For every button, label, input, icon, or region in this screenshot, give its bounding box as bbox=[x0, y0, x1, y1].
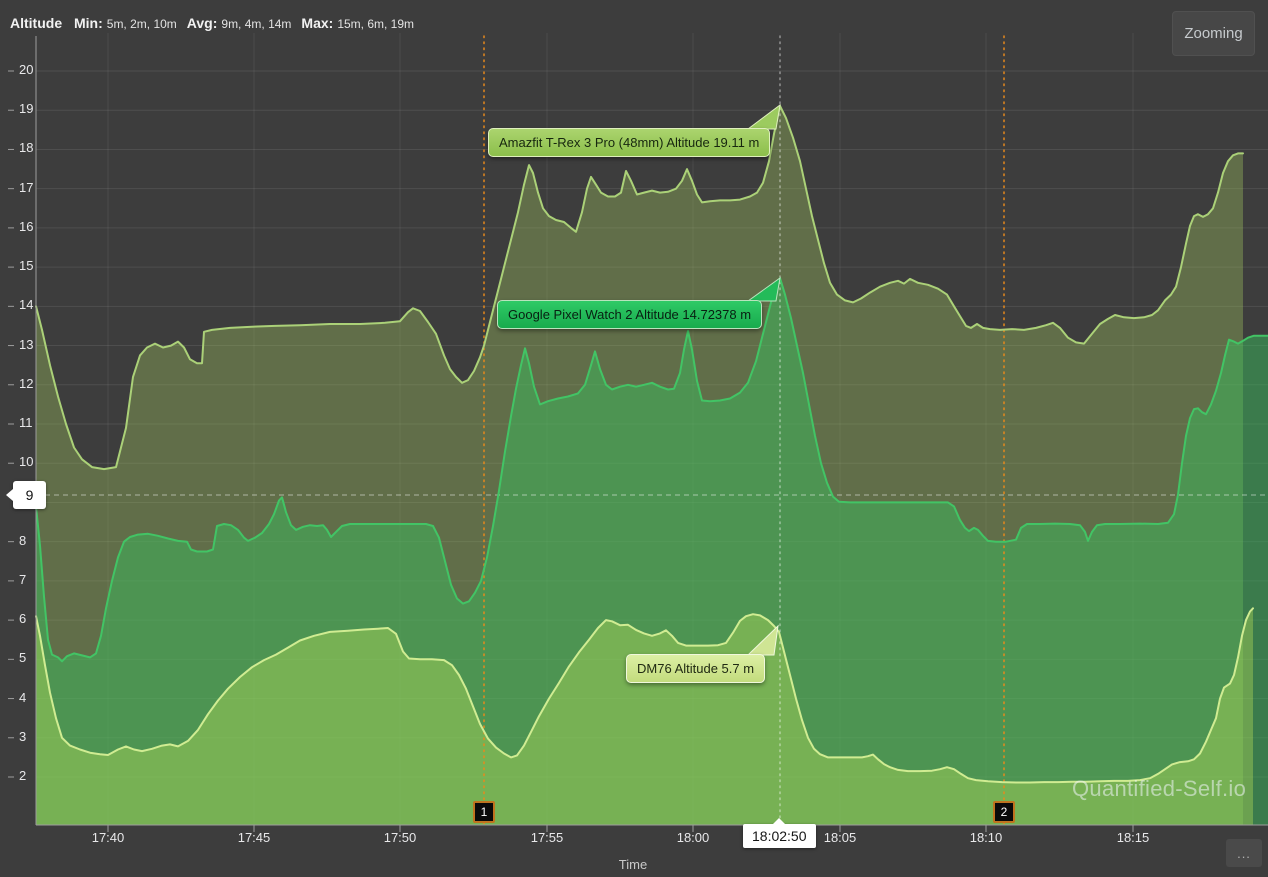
zooming-button[interactable]: Zooming bbox=[1172, 11, 1255, 56]
y-axis-tick-label: 5 bbox=[19, 650, 45, 665]
flag-marker-1[interactable]: 1 bbox=[473, 801, 495, 823]
y-axis-tick-label: 4 bbox=[19, 690, 45, 705]
x-axis-tick-label: 18:05 bbox=[824, 830, 857, 845]
x-axis-tick-label: 17:55 bbox=[531, 830, 564, 845]
avg-label: Avg: bbox=[187, 15, 218, 31]
max-values: 15m, 6m, 19m bbox=[337, 17, 414, 31]
y-axis-tick-label: 11 bbox=[19, 415, 45, 430]
y-axis-tick-label: 6 bbox=[19, 611, 45, 626]
tooltip-pointer-pixel bbox=[742, 276, 784, 302]
max-label: Max: bbox=[301, 15, 333, 31]
x-axis-title: Time bbox=[619, 857, 647, 872]
x-axis-tick-label: 18:00 bbox=[677, 830, 710, 845]
tooltip-pointer-amazfit bbox=[742, 103, 784, 131]
y-axis-tick-label: 7 bbox=[19, 572, 45, 587]
y-axis-tick-label: 20 bbox=[19, 62, 45, 77]
more-options-button[interactable]: ... bbox=[1226, 839, 1262, 867]
y-axis-tick-label: 12 bbox=[19, 376, 45, 391]
altitude-chart-page: Altitude Min: 5m, 2m, 10m Avg:9m, 4m, 14m M… bbox=[0, 0, 1268, 877]
x-axis-tick-label: 18:15 bbox=[1117, 830, 1150, 845]
y-axis-tick-label: 15 bbox=[19, 258, 45, 273]
x-axis-tick-label: 18:10 bbox=[970, 830, 1003, 845]
tooltip-pointer-dm76 bbox=[740, 624, 782, 656]
avg-values: 9m, 4m, 14m bbox=[221, 17, 291, 31]
tooltip-amazfit: Amazfit T-Rex 3 Pro (48mm) Altitude 19.1… bbox=[488, 128, 770, 157]
y-axis-tick-label: 8 bbox=[19, 533, 45, 548]
y-axis-tick-label: 2 bbox=[19, 768, 45, 783]
tooltip-dm76: DM76 Altitude 5.7 m bbox=[626, 654, 765, 683]
y-axis-tick-label: 14 bbox=[19, 297, 45, 312]
min-label: Min: bbox=[74, 15, 103, 31]
x-axis-tick-label: 17:40 bbox=[92, 830, 125, 845]
y-axis-tick-label: 16 bbox=[19, 219, 45, 234]
y-axis-value-marker: 9 bbox=[13, 481, 46, 509]
chart-title: Altitude bbox=[10, 15, 62, 31]
y-axis-tick-label: 18 bbox=[19, 140, 45, 155]
x-axis-time-marker: 18:02:50 bbox=[743, 824, 816, 848]
tooltip-pixel-watch: Google Pixel Watch 2 Altitude 14.72378 m bbox=[497, 300, 762, 329]
y-axis-tick-label: 19 bbox=[19, 101, 45, 116]
y-axis-tick-label: 13 bbox=[19, 337, 45, 352]
min-values: 5m, 2m, 10m bbox=[107, 17, 177, 31]
y-axis-tick-label: 3 bbox=[19, 729, 45, 744]
y-axis-tick-label: 10 bbox=[19, 454, 45, 469]
flag-marker-2[interactable]: 2 bbox=[993, 801, 1015, 823]
x-axis-tick-label: 17:45 bbox=[238, 830, 271, 845]
x-axis-tick-label: 17:50 bbox=[384, 830, 417, 845]
chart-summary-header: Altitude Min: 5m, 2m, 10m Avg:9m, 4m, 14m M… bbox=[10, 15, 424, 31]
y-axis-tick-label: 17 bbox=[19, 180, 45, 195]
watermark: Quantified-Self.io bbox=[1072, 776, 1246, 802]
